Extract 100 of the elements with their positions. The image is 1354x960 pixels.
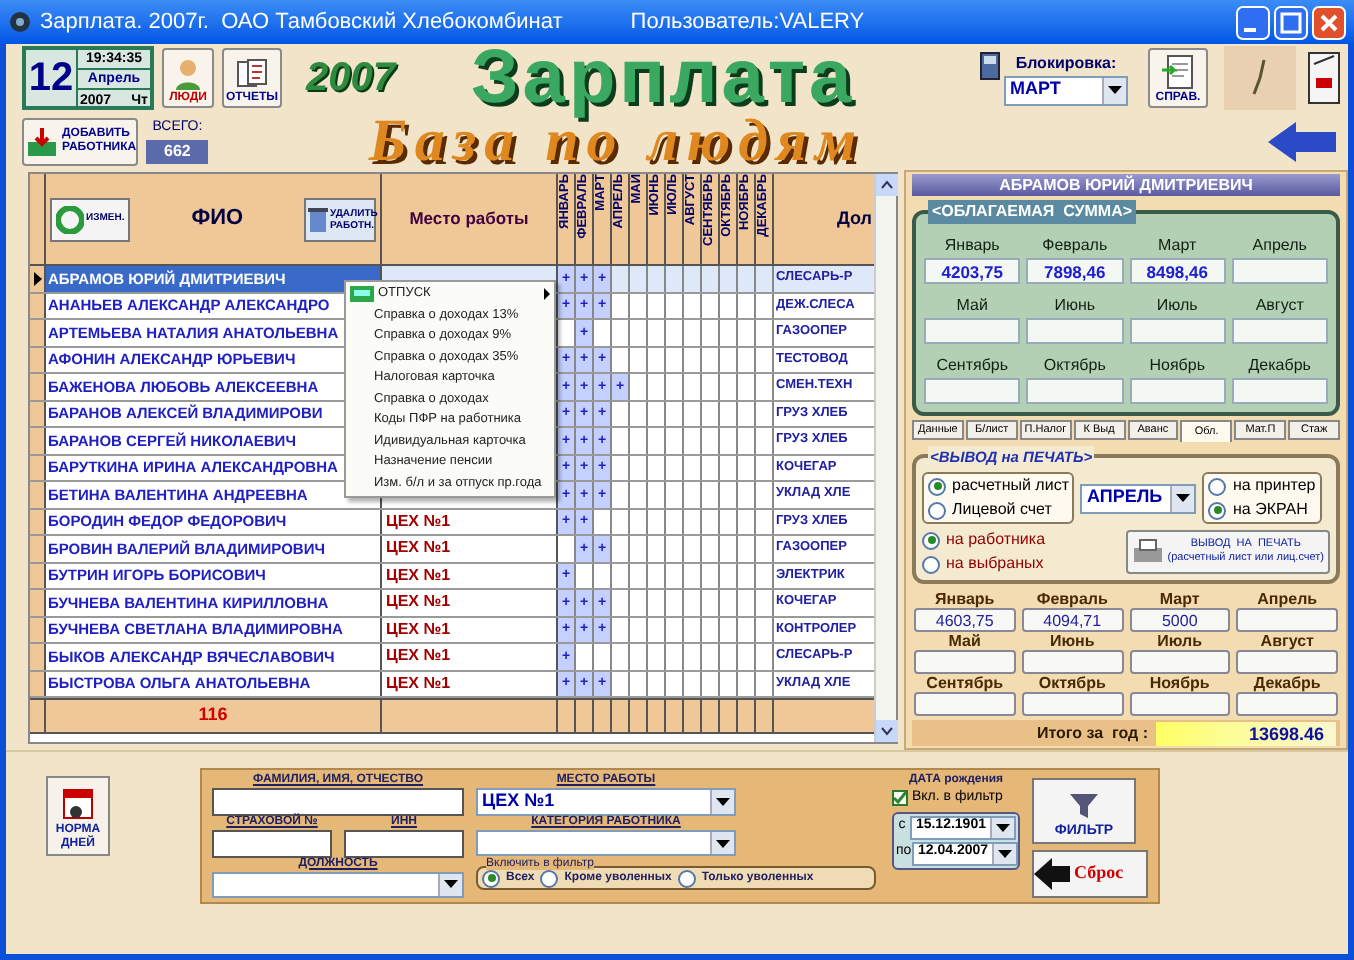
month-label: Февраль — [1042, 234, 1108, 258]
month-label: Сентябрь — [926, 674, 1004, 693]
month-label: Март — [1158, 234, 1197, 258]
amount-field — [1231, 318, 1328, 344]
table-cell: ЦЕХ №1 — [386, 536, 451, 561]
amount-field — [1021, 692, 1123, 717]
amount-field: 4094,71 — [1021, 608, 1123, 633]
month-label: Декабрь — [1253, 674, 1321, 693]
person-icon — [174, 58, 202, 90]
exit-door-icon — [1308, 52, 1340, 104]
amount-field — [1129, 318, 1226, 344]
month-label: Январь — [944, 234, 1000, 258]
amount-field: 8498,46 — [1129, 258, 1226, 284]
month-label: Май — [956, 294, 988, 318]
amount-field — [924, 318, 1021, 344]
amount-field — [1021, 650, 1123, 675]
month-label: Ноябрь — [1149, 354, 1205, 378]
total-count: 662 — [146, 139, 209, 164]
amount-field — [914, 692, 1016, 717]
amount-field — [1236, 650, 1338, 675]
radio-button[interactable] — [677, 869, 696, 887]
printer-icon — [1131, 538, 1164, 567]
amount-field: 7898,46 — [1026, 258, 1123, 284]
month-label: Декабрь — [1248, 354, 1311, 378]
amount-field: 5000 — [1129, 608, 1231, 633]
phone-icon — [980, 51, 1000, 79]
month-label: Октябрь — [1043, 354, 1106, 378]
month-label: Июнь — [1054, 294, 1096, 318]
reset-button[interactable]: Сброс — [1032, 850, 1148, 898]
submenu-arrow-icon — [544, 288, 550, 301]
close-icon — [1312, 5, 1346, 39]
column-header: Дол — [834, 205, 874, 232]
user-label: Пользователь:VALERY — [630, 7, 865, 38]
amount-field — [1231, 378, 1328, 404]
table-cell: ЦЕХ №1 — [386, 509, 451, 534]
panel-title: <ОБЛАГАЕМАЯ СУММА> — [928, 200, 1137, 224]
vertical-scrollbar[interactable] — [874, 174, 896, 742]
employee-name: АБРАМОВ ЮРИЙ ДМИТРИЕВИЧ — [912, 174, 1340, 196]
month-label: Май — [948, 632, 981, 651]
calendar-person-icon — [60, 788, 96, 824]
total-value: 13698.46 — [1156, 721, 1336, 745]
radio-button[interactable] — [928, 501, 946, 520]
radio-label: на работника — [946, 528, 1046, 553]
amount-field — [1129, 378, 1226, 404]
column-header: Место работы — [382, 174, 558, 264]
month-label: Апрель — [1252, 234, 1307, 258]
amount-field — [1129, 692, 1231, 717]
radio-button[interactable] — [922, 531, 940, 550]
radio-button[interactable] — [928, 477, 946, 496]
radio-button[interactable] — [922, 555, 940, 574]
radio-label: на ЭКРАН — [1232, 498, 1308, 523]
trash-icon — [308, 205, 328, 233]
table-cell: ЦЕХ №1 — [386, 590, 451, 615]
amount-field: 4603,75 — [914, 608, 1016, 633]
window-title: Зарплата. 2007г. ОАО Тамбовский Хлебокомбинат — [40, 7, 563, 38]
table-cell: ЦЕХ №1 — [386, 671, 451, 696]
day-number: 12 — [26, 50, 78, 106]
table-cell: ЦЕХ №1 — [386, 617, 451, 642]
maximize-icon — [1274, 5, 1308, 39]
documents-icon — [236, 58, 268, 90]
row-count: 116 — [198, 702, 228, 729]
radio-button[interactable] — [1208, 501, 1227, 520]
category-select[interactable] — [476, 830, 736, 856]
amount-field — [1129, 650, 1231, 675]
minimize-icon — [1236, 5, 1270, 39]
month-label: Январь — [935, 590, 995, 609]
vacation-icon — [350, 286, 374, 303]
month-label: Март — [1159, 590, 1200, 609]
lock-label: Блокировка: — [1015, 51, 1117, 75]
input-field[interactable] — [212, 829, 332, 857]
column-header: ФИО — [191, 204, 244, 235]
month-label: Август — [1260, 632, 1314, 651]
radio-button[interactable] — [482, 869, 500, 887]
radio-button[interactable] — [1208, 477, 1227, 496]
amount-field — [1231, 258, 1328, 284]
month-label: Ноябрь — [1149, 674, 1210, 693]
month-label: Август — [1255, 294, 1304, 318]
amount-field — [914, 650, 1016, 675]
input-field[interactable] — [344, 829, 464, 857]
app-icon — [8, 10, 32, 34]
total-label: Итого за год : — [1036, 721, 1148, 745]
check-icon — [894, 792, 906, 805]
checkbox[interactable] — [892, 790, 908, 807]
funnel-icon — [1068, 789, 1100, 822]
month-label: Июль — [1157, 632, 1203, 651]
scroll-down-icon — [876, 720, 898, 742]
amount-field — [1026, 378, 1123, 404]
radio-label: Лицевой счет — [952, 498, 1052, 523]
row-pointer-icon — [33, 271, 41, 286]
position-select[interactable] — [212, 871, 464, 898]
month-label: Апрель — [1257, 590, 1318, 609]
month-label: Сентябрь — [936, 354, 1009, 378]
dropdown-arrow-icon — [444, 880, 458, 889]
inbox-arrow-icon — [26, 125, 58, 157]
radio-label: на выбраных — [946, 552, 1044, 577]
amount-field — [1236, 608, 1338, 633]
month-label: Февраль — [1036, 590, 1108, 609]
back-arrow-icon — [1034, 858, 1070, 891]
amount-field — [924, 378, 1021, 404]
input-field[interactable] — [212, 788, 464, 815]
